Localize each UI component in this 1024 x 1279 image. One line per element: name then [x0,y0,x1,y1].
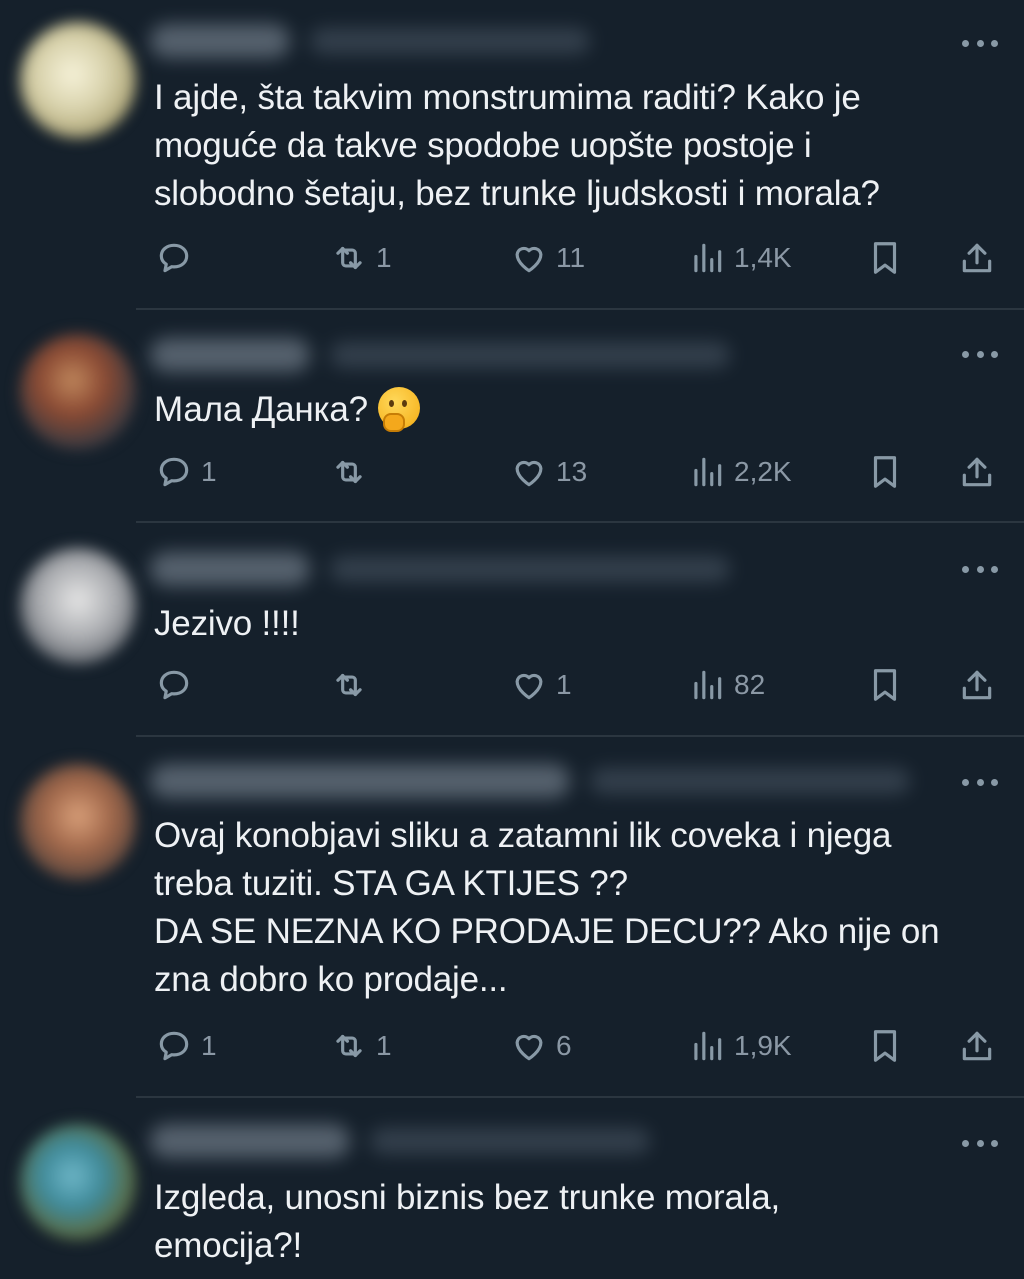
tweet-text: I ajde, šta takvim monstrumima raditi? K… [154,78,880,213]
bookmark-icon [866,453,904,491]
bookmark-icon [866,666,904,704]
more-options-icon[interactable] [962,1136,998,1150]
author-header-blurred[interactable] [150,552,730,586]
avatar[interactable] [20,764,136,880]
bookmark-button[interactable] [866,452,904,492]
divider [136,1096,1024,1098]
bookmark-button[interactable] [866,238,904,278]
bookmark-icon [866,239,904,277]
views-icon [688,1027,726,1065]
tweet-text: Jezivo !!!! [154,604,300,643]
reply-icon [155,453,193,491]
like-icon [510,1027,548,1065]
avatar[interactable] [20,22,136,138]
avatar[interactable] [20,334,136,450]
action-bar: 1 13 2,2K [0,452,1024,492]
replies-feed: I ajde, šta takvim monstrumima raditi? K… [0,0,1024,1279]
retweet-icon [330,239,368,277]
share-icon [958,239,996,277]
bookmark-button[interactable] [866,665,904,705]
retweet-button[interactable]: 1 [330,238,392,278]
avatar[interactable] [20,1124,136,1240]
reply-button[interactable]: 1 [155,452,217,492]
action-bar: 1 82 [0,665,1024,705]
reply-button[interactable] [155,665,201,705]
views-count: 1,4K [734,242,792,273]
views-count: 82 [734,669,766,700]
share-button[interactable] [958,238,996,278]
avatar[interactable] [20,548,136,664]
author-header-blurred[interactable] [150,1124,650,1158]
retweet-button[interactable] [330,665,376,705]
retweet-count: 1 [376,242,392,273]
more-options-icon[interactable] [962,36,998,50]
views-icon [688,453,726,491]
action-bar: 1 11 1,4K [0,238,1024,278]
views-button[interactable]: 1,4K [688,238,792,278]
views-button[interactable]: 82 [688,665,765,705]
author-header-blurred[interactable] [150,764,910,798]
views-icon [688,239,726,277]
reply-button[interactable]: 1 [155,1026,217,1066]
divider [136,308,1024,310]
like-button[interactable]: 1 [510,665,572,705]
share-button[interactable] [958,665,996,705]
share-icon [958,453,996,491]
reply-icon [155,666,193,704]
reply-icon [155,239,193,277]
retweet-button[interactable] [330,452,376,492]
bookmark-icon [866,1027,904,1065]
retweet-icon [330,1027,368,1065]
tweet-text: Ovaj konobjavi sliku a zatamni lik covek… [154,816,940,999]
views-count: 2,2K [734,456,792,487]
reply-button[interactable] [155,238,201,278]
views-button[interactable]: 1,9K [688,1026,792,1066]
divider [136,735,1024,737]
retweet-count: 1 [376,1030,392,1061]
retweet-icon [330,453,368,491]
more-options-icon[interactable] [962,775,998,789]
more-options-icon[interactable] [962,562,998,576]
author-header-blurred[interactable] [150,338,730,372]
like-icon [510,239,548,277]
like-count: 1 [556,669,572,700]
retweet-icon [330,666,368,704]
reply-count: 1 [201,456,217,487]
share-icon [958,1027,996,1065]
author-header-blurred[interactable] [150,24,590,58]
divider [136,521,1024,523]
like-icon [510,453,548,491]
share-icon [958,666,996,704]
like-count: 13 [556,456,588,487]
views-button[interactable]: 2,2K [688,452,792,492]
like-button[interactable]: 13 [510,452,587,492]
more-options-icon[interactable] [962,347,998,361]
retweet-button[interactable]: 1 [330,1026,392,1066]
bookmark-button[interactable] [866,1026,904,1066]
views-icon [688,666,726,704]
like-icon [510,666,548,704]
action-bar: 1 1 6 1,9K [0,1026,1024,1066]
reply-count: 1 [201,1030,217,1061]
tweet-text: Izgleda, unosni biznis bez trunke morala… [154,1178,781,1265]
views-count: 1,9K [734,1030,792,1061]
thinking-face-emoji [377,387,420,432]
like-button[interactable]: 11 [510,238,585,278]
reply-icon [155,1027,193,1065]
like-count: 6 [556,1030,572,1061]
like-count: 11 [556,242,586,273]
share-button[interactable] [958,1026,996,1066]
tweet-text-content: Мала Данка? [154,390,368,429]
share-button[interactable] [958,452,996,492]
like-button[interactable]: 6 [510,1026,572,1066]
tweet-text: Мала Данка? [154,386,974,434]
